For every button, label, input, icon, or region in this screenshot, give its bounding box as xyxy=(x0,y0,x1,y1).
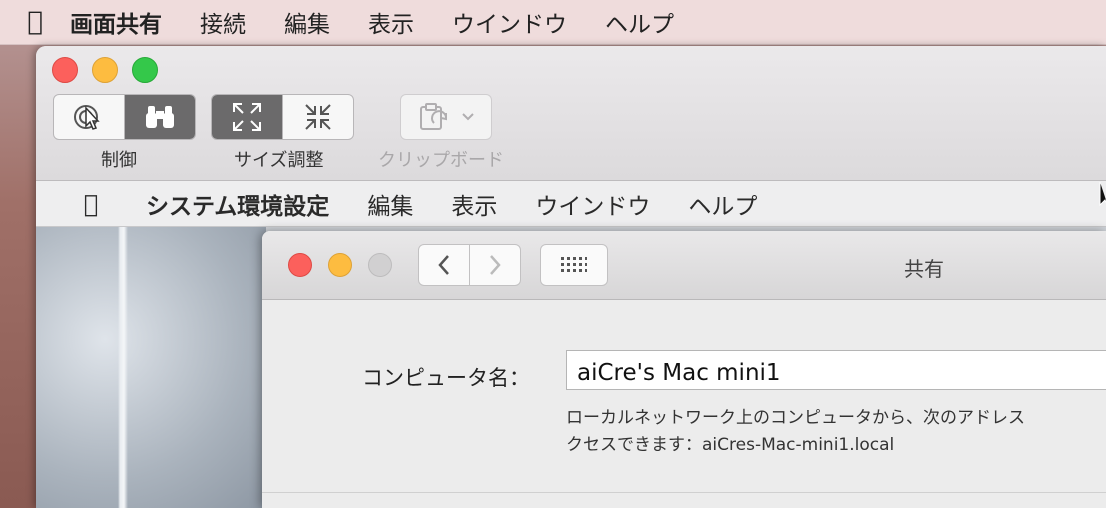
clipboard-sync-icon xyxy=(420,103,448,130)
prefs-minimize-button[interactable] xyxy=(328,253,352,277)
window-toolbar: 制御 サイズ調整 クリップボード xyxy=(36,46,1106,181)
screen-sharing-window: 制御 サイズ調整 クリップボード システム環境設定 編集 表示 ウインドウ ヘル… xyxy=(36,46,1106,508)
actual-size-button[interactable] xyxy=(282,95,353,139)
menu-edit[interactable]: 編集 xyxy=(284,5,330,39)
chevron-left-icon xyxy=(438,255,449,275)
forward-button[interactable] xyxy=(469,245,520,285)
computer-name-label: コンピュータ名： xyxy=(362,366,530,390)
description-line-1: ローカルネットワーク上のコンピュータから、次のアドレス xyxy=(566,408,1025,428)
cursor-control-icon xyxy=(74,105,100,130)
remote-screen[interactable]:  システム環境設定 編集 表示 ウインドウ ヘルプ xyxy=(36,181,1106,508)
control-mode-button[interactable] xyxy=(54,95,124,139)
apple-menu-icon[interactable]:  xyxy=(0,7,70,37)
host-menubar:  画面共有 接続 編集 表示 ウインドウ ヘルプ xyxy=(0,0,1106,45)
remote-menu-help[interactable]: ヘルプ xyxy=(688,187,757,221)
clipboard-label: クリップボード xyxy=(378,150,504,171)
back-button[interactable] xyxy=(419,245,469,285)
show-all-button[interactable] xyxy=(540,244,608,286)
minimize-button[interactable] xyxy=(92,57,118,83)
remote-menu-system-preferences[interactable]: システム環境設定 xyxy=(146,187,329,221)
computer-name-field[interactable]: aiCre's Mac mini1 xyxy=(566,350,1106,390)
desktop-wallpaper xyxy=(36,227,266,508)
resize-segment xyxy=(211,94,354,140)
mouse-cursor-icon xyxy=(1099,182,1106,207)
chevron-right-icon xyxy=(490,255,501,275)
sharing-preferences-window: 共有 コンピュータ名： aiCre's Mac mini1 ローカルネットワーク… xyxy=(262,231,1106,508)
remote-menu-window[interactable]: ウインドウ xyxy=(535,187,650,221)
grid-icon xyxy=(561,257,587,272)
nav-segment xyxy=(418,244,521,286)
remote-apple-menu-icon[interactable]:  xyxy=(36,190,146,218)
binoculars-icon xyxy=(146,106,174,128)
zoom-button[interactable] xyxy=(132,57,158,83)
description-line-2: クセスできます：aiCres-Mac-mini1.local xyxy=(566,435,895,455)
resize-label: サイズ調整 xyxy=(234,150,324,171)
shrink-icon xyxy=(305,104,331,130)
chevron-down-icon xyxy=(462,113,474,121)
prefs-body: コンピュータ名： aiCre's Mac mini1 ローカルネットワーク上のコ… xyxy=(262,300,1106,508)
control-label: 制御 xyxy=(101,150,137,171)
close-button[interactable] xyxy=(52,57,78,83)
prefs-titlebar: 共有 xyxy=(262,231,1106,300)
clipboard-button[interactable] xyxy=(400,94,492,140)
computer-name-description: ローカルネットワーク上のコンピュータから、次のアドレス クセスできます：aiCr… xyxy=(566,405,1025,459)
section-divider xyxy=(262,492,1106,493)
remote-menu-edit[interactable]: 編集 xyxy=(367,187,413,221)
remote-menubar:  システム環境設定 編集 表示 ウインドウ ヘルプ xyxy=(36,181,1106,227)
menu-help[interactable]: ヘルプ xyxy=(605,5,674,39)
prefs-zoom-button[interactable] xyxy=(368,253,392,277)
control-mode-segment xyxy=(53,94,196,140)
menu-window[interactable]: ウインドウ xyxy=(452,5,567,39)
prefs-window-title: 共有 xyxy=(904,257,944,281)
menu-app-screen-sharing[interactable]: 画面共有 xyxy=(70,5,162,39)
scale-to-fit-button[interactable] xyxy=(212,95,282,139)
observe-mode-button[interactable] xyxy=(124,95,195,139)
menu-view[interactable]: 表示 xyxy=(368,5,414,39)
prefs-close-button[interactable] xyxy=(288,253,312,277)
expand-icon xyxy=(233,103,261,131)
menu-connection[interactable]: 接続 xyxy=(200,5,246,39)
remote-menu-view[interactable]: 表示 xyxy=(451,187,497,221)
